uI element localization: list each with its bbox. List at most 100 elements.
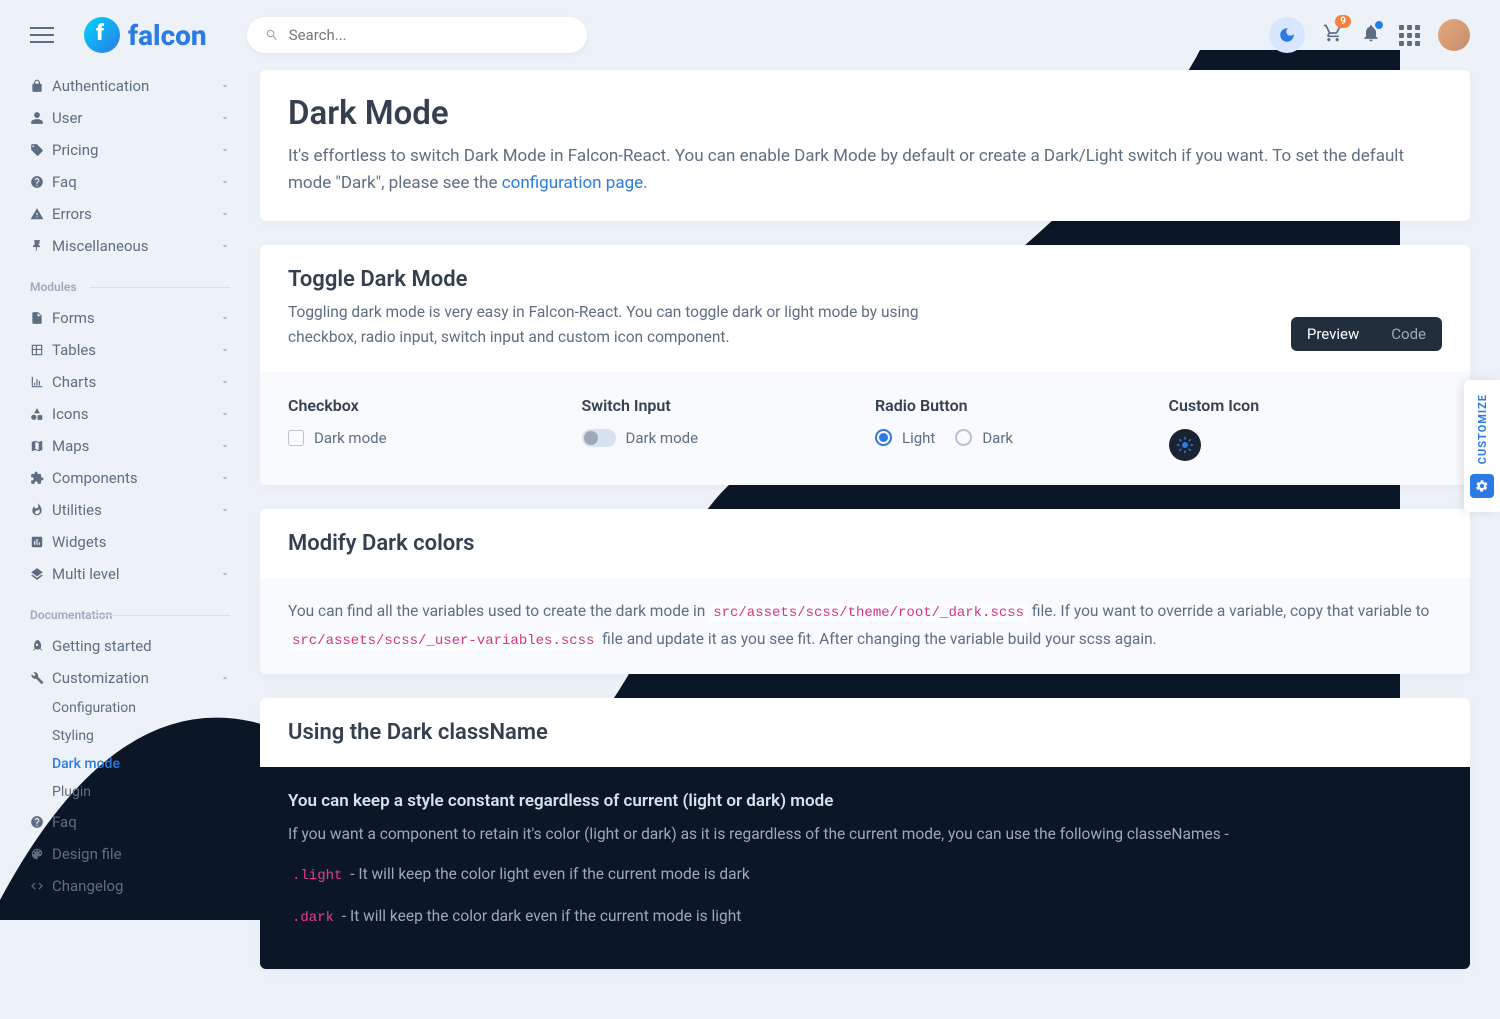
user-icon [30, 111, 52, 125]
palette-icon [30, 847, 52, 861]
tab-code[interactable]: Code [1375, 317, 1442, 351]
cart-badge: 9 [1335, 15, 1351, 28]
light-class-code: .light [288, 867, 346, 885]
gear-icon [1470, 474, 1494, 498]
sidebar-item-label: Pricing [52, 141, 98, 159]
section-docs: Documentation [30, 608, 230, 622]
notification-dot [1373, 19, 1385, 31]
poll-icon [30, 535, 52, 549]
sidebar-item-label: Tables [52, 341, 96, 359]
page-title: Dark Mode [288, 94, 1442, 133]
shapes-icon [30, 407, 52, 421]
sidebar-item-label: Authentication [52, 77, 149, 95]
sidebar-item-widgets[interactable]: Widgets [30, 526, 230, 558]
custom-icon-title: Custom Icon [1169, 396, 1443, 415]
chevron-down-icon [220, 109, 230, 127]
brand-name: falcon [128, 19, 207, 52]
search-box[interactable] [247, 17, 587, 53]
sidebar-subitem-styling[interactable]: Styling [30, 722, 230, 750]
chevron-down-icon [220, 341, 230, 359]
hamburger-menu[interactable] [30, 22, 54, 48]
modify-body: You can find all the variables used to c… [260, 578, 1470, 674]
pin-icon [30, 239, 52, 253]
tags-icon [30, 143, 52, 157]
notifications-button[interactable] [1361, 23, 1381, 47]
sidebar-subitem-dark-mode[interactable]: Dark mode [30, 750, 230, 778]
section-modules: Modules [30, 280, 230, 294]
brand-logo[interactable]: falcon [84, 17, 207, 53]
table-icon [30, 343, 52, 357]
config-link[interactable]: configuration page [502, 173, 643, 193]
sidebar-item-label: User [52, 109, 83, 127]
customize-label: CUSTOMIZE [1476, 394, 1489, 464]
puzzle-icon [30, 471, 52, 485]
cart-button[interactable]: 9 [1323, 23, 1343, 47]
sidebar-item-getting-started[interactable]: Getting started [30, 630, 230, 662]
sidebar-item-faq[interactable]: Faq [30, 806, 230, 838]
sidebar-item-components[interactable]: Components [30, 462, 230, 494]
sidebar-subitem-plugin[interactable]: Plugin [30, 778, 230, 806]
sidebar-item-user[interactable]: User [30, 102, 230, 134]
radio-light[interactable] [875, 429, 892, 446]
moon-icon [1278, 26, 1296, 44]
sidebar-item-pricing[interactable]: Pricing [30, 134, 230, 166]
sidebar-item-label: Faq [52, 173, 77, 191]
theme-toggle-button[interactable] [1269, 17, 1305, 53]
tab-preview[interactable]: Preview [1291, 317, 1375, 351]
sidebar-item-faq[interactable]: Faq [30, 166, 230, 198]
map-icon [30, 439, 52, 453]
sidebar-item-label: Components [52, 469, 138, 487]
switch-title: Switch Input [582, 396, 856, 415]
sidebar-item-label: Forms [52, 309, 95, 327]
code-tabs: Preview Code [1291, 317, 1442, 351]
sidebar-item-customization[interactable]: Customization [30, 662, 230, 694]
using-title: Using the Dark className [288, 720, 1442, 745]
lock-icon [30, 79, 52, 93]
radio-dark[interactable] [955, 429, 972, 446]
custom-icon-button[interactable] [1169, 429, 1201, 461]
chevron-down-icon [220, 373, 230, 391]
sidebar-item-changelog[interactable]: Changelog [30, 870, 230, 902]
darkmode-switch[interactable] [582, 429, 616, 447]
using-desc: If you want a component to retain it's c… [288, 821, 1442, 847]
fire-icon [30, 503, 52, 517]
sidebar-item-tables[interactable]: Tables [30, 334, 230, 366]
code-path-2: src/assets/scss/_user-variables.scss [288, 632, 598, 650]
sidebar-item-label: Design file [52, 845, 122, 863]
logo-icon [84, 17, 120, 53]
chevron-down-icon [220, 437, 230, 455]
search-input[interactable] [289, 26, 569, 44]
sidebar-item-forms[interactable]: Forms [30, 302, 230, 334]
question-icon [30, 815, 52, 829]
sidebar-item-multi-level[interactable]: Multi level [30, 558, 230, 590]
sidebar-item-miscellaneous[interactable]: Miscellaneous [30, 230, 230, 262]
sidebar: Authentication User Pricing Faq Errors M… [0, 70, 260, 920]
sidebar-item-label: Changelog [52, 877, 123, 895]
chevron-down-icon [220, 237, 230, 255]
sidebar-item-label: Multi level [52, 565, 120, 583]
switch-label: Dark mode [626, 429, 699, 447]
radio-dark-label: Dark [982, 429, 1013, 447]
sidebar-item-design-file[interactable]: Design file [30, 838, 230, 870]
chevron-down-icon [220, 405, 230, 423]
sidebar-item-utilities[interactable]: Utilities [30, 494, 230, 526]
sidebar-item-label: Errors [52, 205, 92, 223]
darkmode-checkbox[interactable] [288, 430, 304, 446]
using-card: Using the Dark className You can keep a … [260, 698, 1470, 969]
sidebar-item-label: Charts [52, 373, 96, 391]
customize-tab[interactable]: CUSTOMIZE [1464, 380, 1500, 512]
page-lead: It's effortless to switch Dark Mode in F… [288, 143, 1442, 197]
chevron-down-icon [220, 309, 230, 327]
sidebar-item-errors[interactable]: Errors [30, 198, 230, 230]
user-avatar[interactable] [1438, 19, 1470, 51]
sidebar-item-charts[interactable]: Charts [30, 366, 230, 398]
sidebar-item-icons[interactable]: Icons [30, 398, 230, 430]
sidebar-subitem-configuration[interactable]: Configuration [30, 694, 230, 722]
radio-light-label: Light [902, 429, 935, 447]
apps-grid-button[interactable] [1399, 25, 1420, 46]
sidebar-item-maps[interactable]: Maps [30, 430, 230, 462]
sun-icon [1176, 436, 1194, 454]
sidebar-item-authentication[interactable]: Authentication [30, 70, 230, 102]
code-icon [30, 879, 52, 893]
sidebar-item-label: Customization [52, 669, 149, 687]
